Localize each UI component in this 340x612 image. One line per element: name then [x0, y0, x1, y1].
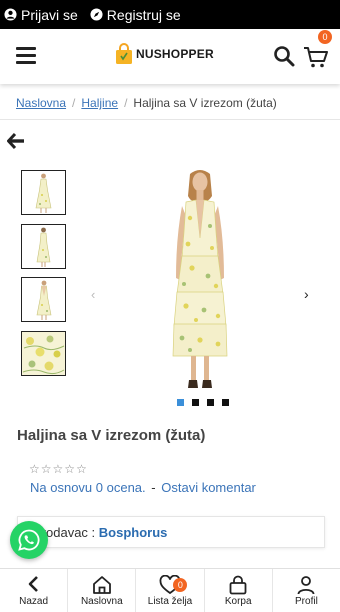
breadcrumb-separator: /: [72, 96, 76, 110]
gallery-dot[interactable]: [192, 399, 199, 406]
gallery-dot[interactable]: [207, 399, 214, 406]
nav-item-home[interactable]: Naslovna: [68, 569, 137, 612]
register-label: Registruj se: [106, 6, 181, 23]
seller-name-link[interactable]: Bosphorus: [99, 525, 168, 540]
site-logo[interactable]: NUSHOPPER: [114, 43, 214, 65]
nav-label: Korpa: [224, 596, 252, 607]
star-icon: ☆: [40, 462, 52, 476]
nav-label: Lista želja: [147, 596, 193, 607]
gallery-thumbnail[interactable]: [21, 331, 66, 376]
nav-item-back[interactable]: Nazad: [0, 569, 69, 612]
home-icon: [92, 576, 111, 594]
star-icon: ☆: [29, 462, 40, 476]
nav-item-profile[interactable]: Profil: [273, 569, 340, 612]
whatsapp-icon: [18, 529, 40, 551]
rating-separator: -: [151, 480, 156, 495]
gallery-prev-icon[interactable]: ‹: [91, 287, 95, 302]
nav-label: Nazad: [19, 596, 49, 607]
site-header: NUSHOPPER: [0, 29, 340, 84]
breadcrumb-home[interactable]: Naslovna: [16, 96, 66, 110]
cart-icon[interactable]: [303, 45, 329, 69]
search-icon[interactable]: [273, 45, 295, 67]
wishlist-count-badge: 0: [173, 578, 188, 592]
gallery-dot[interactable]: [222, 399, 229, 406]
user-icon: [298, 576, 315, 595]
nav-item-wishlist[interactable]: 0 Lista želja: [136, 569, 205, 612]
divider: [0, 119, 340, 120]
back-icon: [28, 576, 38, 592]
rating-count-link[interactable]: Na osnovu 0 ocena.: [30, 480, 146, 495]
gallery-dot[interactable]: [177, 399, 184, 406]
back-arrow-icon[interactable]: [7, 132, 25, 150]
login-label: Prijavi se: [21, 6, 78, 23]
seller-box: Prodavac : Bosphorus: [17, 516, 325, 548]
top-bar: Prijavi se Registruj se: [0, 0, 340, 29]
whatsapp-button[interactable]: [10, 521, 48, 559]
seller-info: Prodavac : Bosphorus: [33, 525, 167, 540]
login-link[interactable]: Prijavi se: [4, 7, 78, 23]
logo-text: NUSHOPPER: [136, 47, 214, 61]
breadcrumb-current: Haljina sa V izrezom (žuta): [133, 96, 277, 110]
nav-label: Naslovna: [80, 596, 123, 607]
gallery-thumbnail[interactable]: [21, 224, 66, 269]
bag-icon: [229, 575, 247, 595]
product-title: Haljina sa V izrezom (žuta): [17, 427, 206, 444]
gallery-thumbnail[interactable]: [21, 170, 66, 215]
gallery-pagination: [177, 399, 237, 406]
shopping-bag-logo-icon: [116, 43, 132, 64]
rating-stars[interactable]: ☆ ☆ ☆ ☆ ☆: [29, 463, 88, 475]
compass-icon: [90, 8, 103, 21]
breadcrumb-separator: /: [124, 96, 128, 110]
star-icon: ☆: [64, 462, 76, 476]
user-circle-icon: [4, 8, 17, 21]
breadcrumb-category[interactable]: Haljine: [81, 96, 118, 110]
gallery-thumbnail[interactable]: [21, 277, 66, 322]
cart-count-badge: 0: [318, 30, 332, 44]
register-link[interactable]: Registruj se: [90, 7, 181, 23]
leave-review-link[interactable]: Ostavi komentar: [161, 480, 256, 495]
rating-summary: Na osnovu 0 ocena. - Ostavi komentar: [30, 480, 256, 495]
nav-label: Profil: [295, 596, 318, 607]
gallery-next-icon[interactable]: ›: [304, 286, 309, 302]
star-icon: ☆: [52, 462, 64, 476]
star-icon: ☆: [76, 462, 87, 476]
nav-item-cart[interactable]: Korpa: [205, 569, 273, 612]
product-main-image[interactable]: [160, 168, 240, 390]
bottom-nav: Nazad Naslovna 0 Lista želja Korpa Profi…: [0, 568, 340, 612]
breadcrumb: Naslovna / Haljine / Haljina sa V izrezo…: [16, 96, 277, 110]
menu-icon[interactable]: [16, 47, 36, 64]
